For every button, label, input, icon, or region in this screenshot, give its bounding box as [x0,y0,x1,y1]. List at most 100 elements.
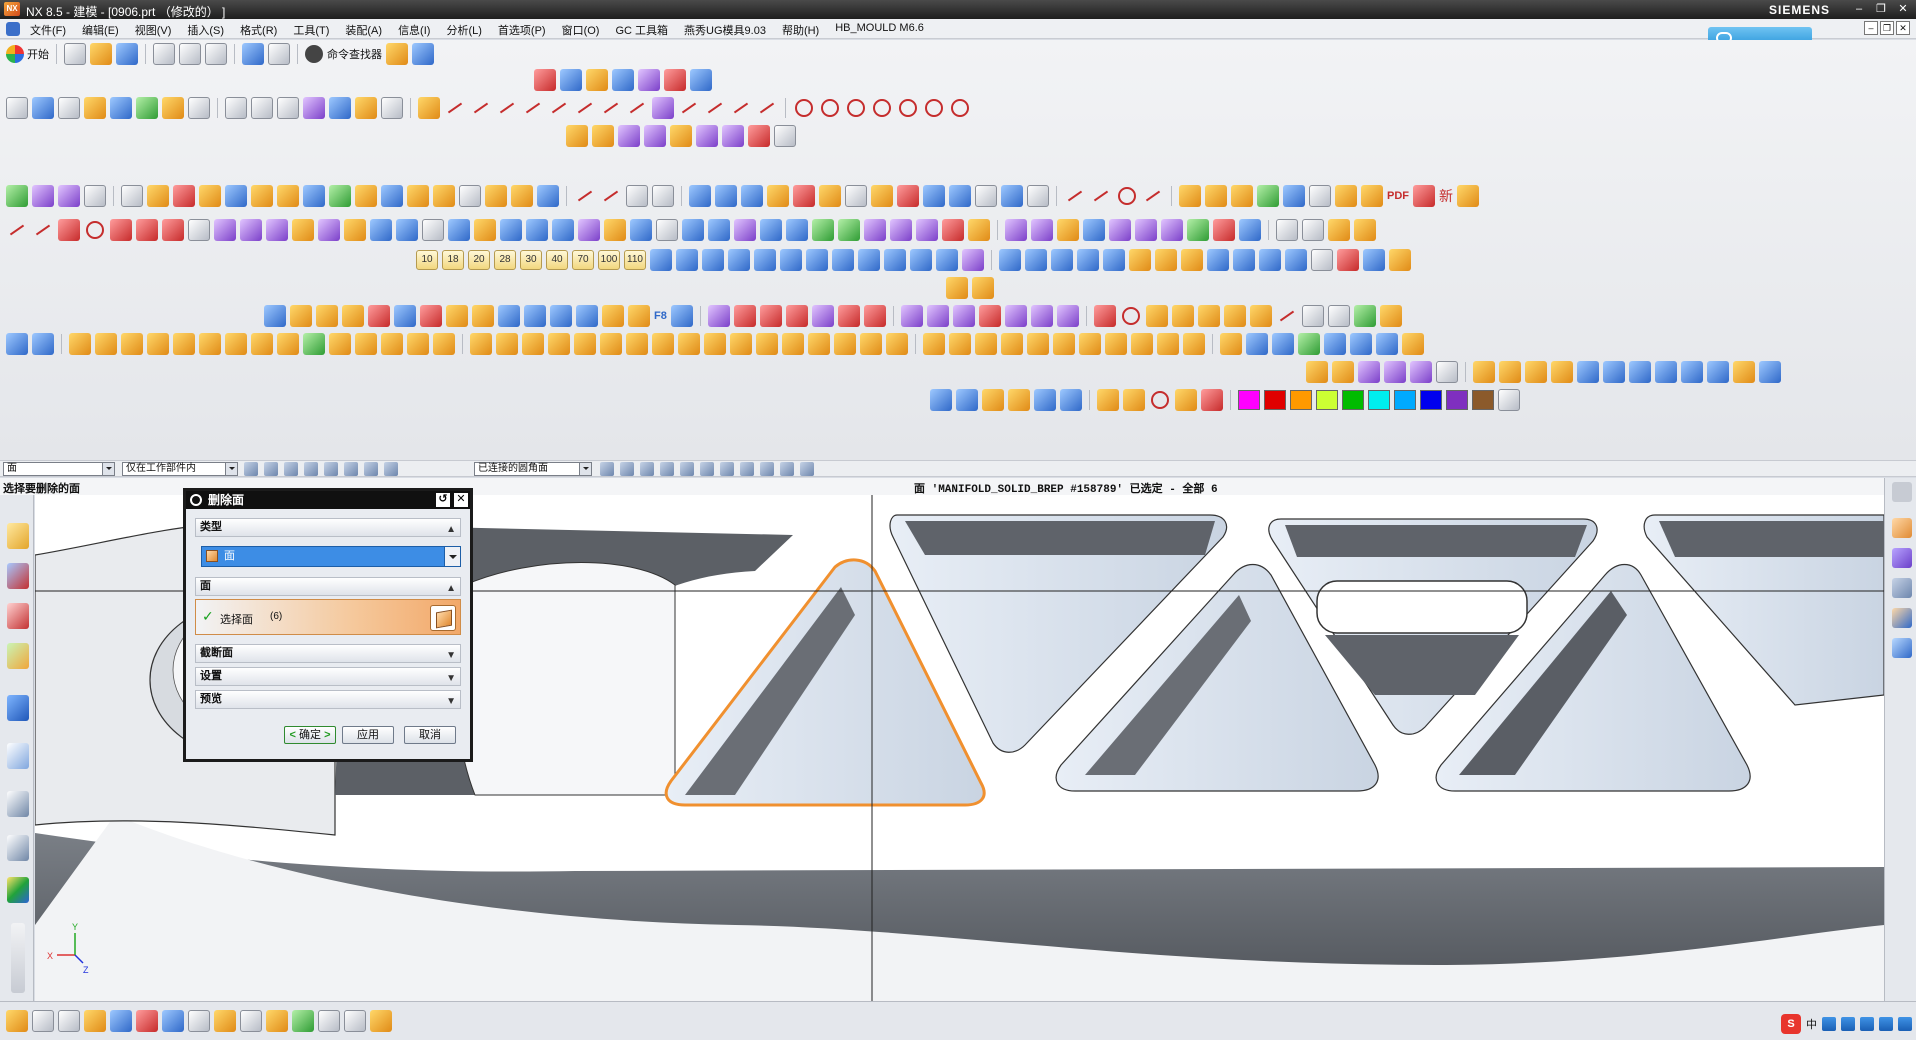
insert-icon[interactable] [871,185,893,207]
axis-tool-icon[interactable] [162,1010,184,1032]
door-icon[interactable] [576,305,598,327]
fit-view-icon[interactable] [6,97,28,119]
x-icon[interactable] [670,305,693,327]
mold-9-icon[interactable] [277,333,299,355]
right-bar-toggle-icon[interactable] [1892,482,1912,502]
edit-2-icon[interactable] [1332,361,1354,383]
sketch-curve-icon[interactable] [225,97,247,119]
feature-navigator-icon[interactable] [32,185,54,207]
no-entry-icon[interactable] [381,97,403,119]
snap-cross-icon[interactable] [760,462,774,476]
cut-icon[interactable] [153,43,175,65]
groove-icon[interactable] [329,185,351,207]
render-tool-icon[interactable] [370,1010,392,1032]
cross-red-icon[interactable] [759,305,782,327]
snap-line-icon[interactable] [660,462,674,476]
trim-body-icon[interactable] [448,219,470,241]
lights-gold-icon[interactable] [1129,249,1151,271]
face-blue2-icon[interactable] [926,305,949,327]
system-materials-icon[interactable] [7,835,29,861]
frame-gold-icon[interactable] [446,305,468,327]
mold-22-icon[interactable] [626,333,648,355]
beam-icon[interactable] [832,249,854,271]
snap-end-icon[interactable] [620,462,634,476]
gold-cube-icon[interactable] [1379,305,1402,327]
radius-analysis-icon[interactable] [1161,219,1183,241]
f8-button[interactable]: F8 [654,310,667,322]
plus-table-icon[interactable] [1328,219,1350,241]
cube-tool-icon[interactable] [266,1010,288,1032]
mesh-icon[interactable] [266,219,288,241]
mold-38-icon[interactable] [1053,333,1075,355]
curve-x-icon[interactable] [733,305,756,327]
ejector-icon[interactable] [845,185,867,207]
sew-icon[interactable] [500,219,522,241]
arrow-right-icon[interactable] [600,462,614,476]
puzzle-icon[interactable] [188,1010,210,1032]
mold-13-icon[interactable] [381,333,403,355]
last-icon[interactable] [1285,249,1307,271]
snap-off-icon[interactable] [800,462,814,476]
select-face-row[interactable]: ✓ 选择面 (6) [195,599,461,635]
group-icon[interactable] [1008,389,1030,411]
mold-27-icon[interactable] [756,333,778,355]
extract-icon[interactable] [526,219,548,241]
list-view-icon[interactable] [1892,578,1912,598]
edit-6-icon[interactable] [1436,361,1458,383]
redo-icon[interactable] [268,43,290,65]
select-solid-icon[interactable] [748,125,770,147]
shape-icon[interactable] [1175,389,1197,411]
frame-icon[interactable] [676,249,698,271]
tools-icon[interactable] [946,277,968,299]
circle-center-icon[interactable] [899,99,917,117]
face-mix3-icon[interactable] [1056,305,1079,327]
menu-analysis[interactable]: 分析(L) [444,22,483,38]
face-rule-dropdown[interactable]: 已连接的圆角面 [474,462,592,476]
channel-icon[interactable] [780,249,802,271]
face-blue-icon[interactable] [900,305,923,327]
flag-icon[interactable] [498,305,520,327]
menu-file[interactable]: 文件(F) [28,22,68,38]
start-button[interactable]: 开始 [6,45,49,63]
bracket-icon[interactable] [754,249,776,271]
snap-point-icon[interactable] [612,69,634,91]
orient-icon[interactable] [110,1010,132,1032]
group-cross-section-header[interactable]: 截断面 ▼ [195,644,461,663]
delete-face-active-icon[interactable] [949,185,971,207]
edit-7-icon[interactable] [1473,361,1495,383]
open-folder2-icon[interactable] [1220,333,1242,355]
edit-9-icon[interactable] [1525,361,1547,383]
plate-icon[interactable] [650,249,672,271]
layer-icon[interactable] [32,97,54,119]
coord-icon[interactable] [290,305,312,327]
doc-icon[interactable] [1309,185,1331,207]
mic-icon[interactable] [1841,1017,1855,1031]
offset-surface-icon[interactable] [552,219,574,241]
dialog-title-bar[interactable]: 删除面 ↺ ✕ [186,491,470,509]
restore-button[interactable]: ❐ [1872,2,1890,17]
rib-icon[interactable] [864,219,886,241]
edit-icon[interactable] [188,97,210,119]
view-icon[interactable] [1205,185,1227,207]
color-swatch-green[interactable] [1342,390,1364,410]
part-navigator-icon[interactable] [7,603,29,629]
people-icon[interactable] [1025,249,1047,271]
point-icon[interactable] [534,69,556,91]
lip-icon[interactable] [890,219,912,241]
line-tool-icon[interactable] [574,185,596,207]
line-icon[interactable] [444,97,466,119]
link-icon[interactable] [1354,219,1376,241]
scope-filter-dropdown[interactable]: 仅在工作部件内 [122,462,238,476]
cross-icon[interactable] [602,305,624,327]
group-type-header[interactable]: 类型 ▲ [195,518,461,537]
angle2-icon[interactable] [628,305,650,327]
cylinder-icon[interactable] [303,97,325,119]
render-style-icon[interactable] [58,97,80,119]
color-swatch-purple[interactable] [1446,390,1468,410]
size-40-button[interactable]: 40 [546,250,568,270]
mold-1-icon[interactable] [69,333,91,355]
face-blue3-icon[interactable] [952,305,975,327]
star-icon[interactable] [1145,305,1168,327]
menu-view[interactable]: 视图(V) [133,22,174,38]
mold-17-icon[interactable] [496,333,518,355]
